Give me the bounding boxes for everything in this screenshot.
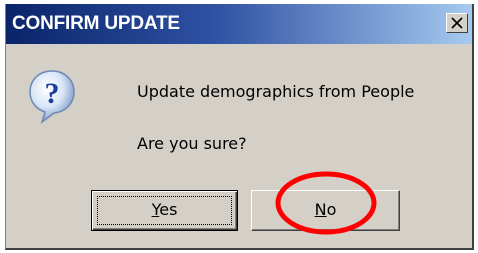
dialog-title: CONFIRM UPDATE <box>12 13 180 34</box>
close-button[interactable] <box>446 13 468 33</box>
yes-button[interactable]: Yes <box>91 190 238 231</box>
question-icon: ? <box>29 70 75 124</box>
yes-button-label: Yes <box>151 200 178 219</box>
no-button[interactable]: No <box>251 190 400 231</box>
close-icon <box>451 17 463 29</box>
confirm-update-dialog: CONFIRM UPDATE ? Update demographics fro… <box>5 4 474 250</box>
no-button-label: No <box>314 200 337 219</box>
message-line-1: Update demographics from People <box>137 82 415 101</box>
message-line-2: Are you sure? <box>137 134 247 153</box>
title-bar[interactable]: CONFIRM UPDATE <box>6 4 472 44</box>
svg-text:?: ? <box>45 77 60 110</box>
